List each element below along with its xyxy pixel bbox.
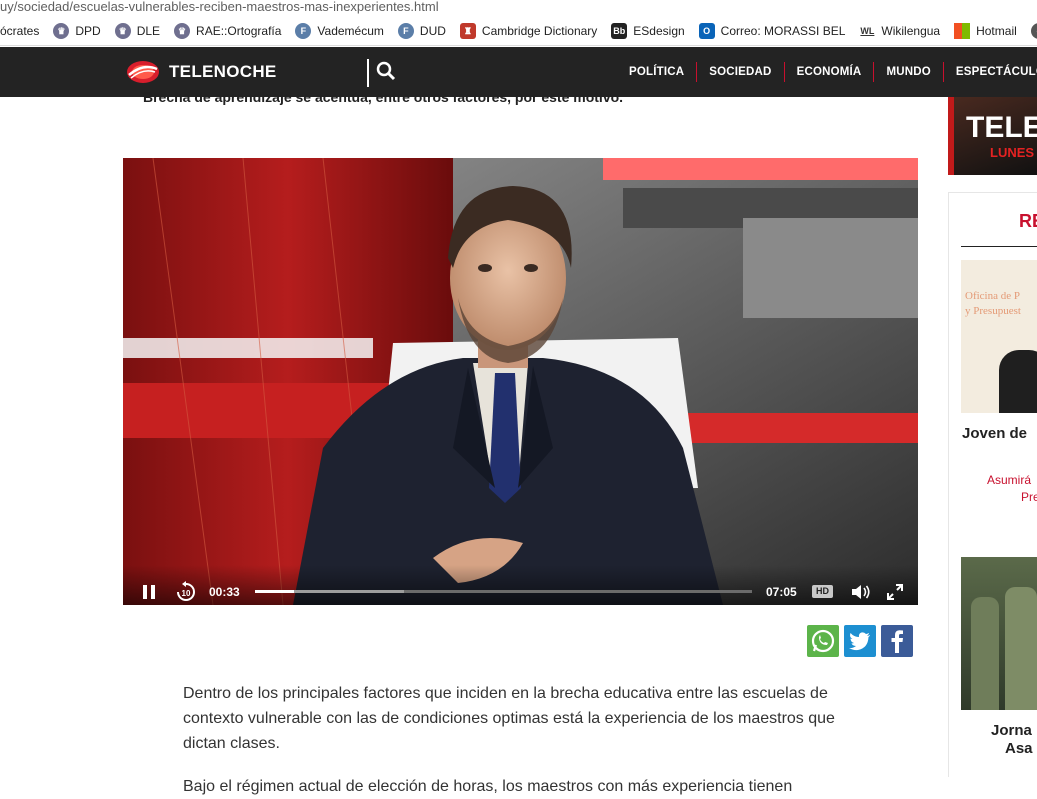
bookmark-label: DLE — [136, 23, 161, 38]
menu-item-mundo[interactable]: MUNDO — [874, 62, 944, 82]
article-paragraph: Bajo el régimen actual de elección de ho… — [183, 778, 793, 795]
thumbnail-figure — [971, 597, 999, 710]
bookmark-label: Cambridge Dictionary — [481, 23, 598, 38]
article-subtitle: Brecha de aprendizaje se acentúa, entre … — [143, 89, 624, 105]
bookmark-label: ESdesign — [633, 23, 685, 38]
article-paragraph: Dentro de los principales factores que i… — [183, 685, 835, 752]
replay-10-label: 10 — [182, 589, 191, 598]
shield-icon: ♜ — [459, 22, 476, 39]
f-circle-icon: F — [397, 22, 414, 39]
menu-item-espectaculos[interactable]: ESPECTÁCULOS — [944, 62, 1037, 82]
bookmark-label: DUD — [419, 23, 446, 38]
bookmark-item[interactable]: ♜ Cambridge Dictionary — [459, 22, 598, 39]
bookmark-item[interactable]: F Vademécum — [295, 22, 384, 39]
monkey-icon: ● — [1030, 22, 1037, 39]
replay-10-icon[interactable]: 10 — [175, 581, 197, 603]
news-snippet: Asumirá — [987, 473, 1032, 487]
f-circle-icon: F — [295, 22, 312, 39]
video-frame — [123, 158, 918, 605]
current-time: 00:33 — [209, 585, 240, 599]
bookmark-label: Correo: MORASSI BEL — [720, 23, 846, 38]
video-player[interactable]: 10 00:33 07:05 HD — [123, 158, 918, 605]
wl-icon: WL — [859, 22, 876, 39]
bookmark-item[interactable]: ●MailCl — [1030, 22, 1037, 39]
progress-played — [255, 590, 294, 593]
menu-item-sociedad[interactable]: SOCIEDAD — [697, 62, 785, 82]
sidebar-news: RE Oficina de P y Presupuest Joven de As… — [948, 192, 1037, 777]
address-bar[interactable]: uy/sociedad/escuelas-vulnerables-reciben… — [0, 0, 1037, 16]
bookmark-item[interactable]: ♛ DPD — [53, 22, 101, 39]
bookmark-item[interactable]: O Correo: MORASSI BEL — [698, 22, 846, 39]
sidebar-heading: RE — [1019, 211, 1037, 231]
news-title[interactable]: Asa — [1005, 740, 1033, 757]
hd-badge[interactable]: HD — [812, 585, 833, 598]
progress-track[interactable] — [255, 590, 752, 593]
bookmark-label: ócrates — [0, 23, 40, 38]
main-menu: POLÍTICA SOCIEDAD ECONOMÍA MUNDO ESPECTÁ… — [617, 47, 1037, 97]
whatsapp-icon — [811, 629, 835, 653]
duration: 07:05 — [766, 585, 797, 599]
menu-item-economia[interactable]: ECONOMÍA — [785, 62, 875, 82]
twitter-share-button[interactable] — [844, 625, 876, 657]
sidebar-promo[interactable]: TELE LUNES — [948, 97, 1037, 175]
bookmark-item[interactable]: ♛ RAE::Ortografía — [174, 22, 282, 39]
promo-subtitle: LUNES — [990, 145, 1035, 160]
bookmark-label: Vademécum — [317, 23, 384, 38]
pause-icon[interactable] — [142, 584, 156, 600]
search-icon[interactable] — [376, 61, 396, 86]
bookmark-item[interactable]: Bb ESdesign — [611, 22, 685, 39]
twitter-icon — [849, 632, 870, 651]
facebook-icon — [891, 630, 903, 653]
bookmark-item[interactable]: F DUD — [397, 22, 446, 39]
whatsapp-share-button[interactable] — [807, 625, 839, 657]
facebook-share-button[interactable] — [881, 625, 913, 657]
thumbnail-figure — [1005, 587, 1037, 710]
crest-icon: ♛ — [114, 22, 131, 39]
article-body: Dentro de los principales factores que i… — [183, 681, 873, 799]
bookmarks-bar: ócrates ♛ DPD ♛ DLE ♛ RAE::Ortografía F Vademécu… — [0, 16, 1037, 46]
menu-item-politica[interactable]: POLÍTICA — [617, 62, 698, 82]
news-thumbnail[interactable] — [961, 557, 1037, 710]
crest-icon: ♛ — [53, 22, 70, 39]
bb-icon: Bb — [611, 22, 628, 39]
outlook-icon: O — [698, 22, 715, 39]
video-controls: 10 00:33 07:05 HD — [123, 565, 918, 605]
thumbnail-caption: Oficina de P — [965, 290, 1020, 302]
bookmark-item[interactable]: ócrates — [0, 24, 39, 38]
bookmark-item[interactable]: ♛ DLE — [114, 22, 161, 39]
news-title[interactable]: Joven de — [962, 425, 1027, 442]
logo-text: TELENOCHE — [169, 62, 277, 81]
nav-divider — [367, 59, 369, 87]
bookmark-label: Wikilengua — [881, 23, 941, 38]
thumbnail-figure — [999, 350, 1037, 413]
fullscreen-icon[interactable] — [887, 584, 903, 600]
volume-icon[interactable] — [851, 584, 871, 600]
sidebar-heading-rule — [961, 246, 1037, 247]
bookmark-item[interactable]: Hotmail — [954, 22, 1017, 39]
news-title[interactable]: Jorna — [991, 722, 1032, 739]
promo-title: TELE — [966, 111, 1037, 144]
news-thumbnail[interactable]: Oficina de P y Presupuest — [961, 260, 1037, 413]
telenoche-logo[interactable]: TELENOCHE — [125, 59, 277, 85]
bookmark-item[interactable]: WL Wikilengua — [859, 22, 941, 39]
crest-icon: ♛ — [174, 22, 191, 39]
bookmark-label: Hotmail — [976, 23, 1017, 38]
news-snippet: Pre — [1021, 490, 1037, 504]
windows-icon — [954, 22, 971, 39]
thumbnail-caption: y Presupuest — [965, 305, 1021, 317]
telenoche-logo-icon — [127, 61, 159, 83]
bookmark-label: DPD — [75, 23, 101, 38]
bookmark-label: RAE::Ortografía — [196, 23, 282, 38]
